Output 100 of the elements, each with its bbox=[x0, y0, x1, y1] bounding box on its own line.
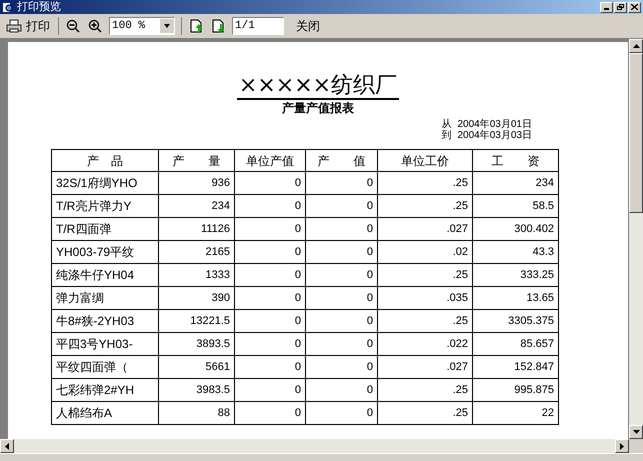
scroll-right-icon bbox=[620, 442, 624, 450]
table-cell: .035 bbox=[378, 286, 472, 310]
restore-icon bbox=[617, 4, 624, 10]
column-header: 工 资 bbox=[472, 150, 558, 172]
previous-page-button[interactable] bbox=[188, 18, 204, 34]
table-cell: 22 bbox=[472, 402, 558, 424]
table-cell: .25 bbox=[378, 194, 472, 218]
table-cell: 0 bbox=[306, 356, 378, 378]
scroll-up-icon bbox=[632, 44, 640, 48]
table-cell: 1333 bbox=[158, 264, 234, 286]
table-cell: 0 bbox=[306, 218, 378, 240]
date-to-label: 到 bbox=[442, 130, 452, 141]
horizontal-scrollbar[interactable] bbox=[0, 439, 629, 453]
table-cell: 13.65 bbox=[472, 286, 558, 310]
table-cell: 0 bbox=[234, 378, 306, 402]
table-cell: .25 bbox=[378, 378, 472, 402]
table-cell: 88 bbox=[158, 402, 234, 424]
table-cell: .027 bbox=[378, 218, 472, 240]
table-cell: 390 bbox=[158, 286, 234, 310]
table-cell: .25 bbox=[378, 172, 472, 194]
table-cell: .25 bbox=[378, 402, 472, 424]
table-cell: 平纹四面弹（ bbox=[52, 356, 158, 378]
minimize-button[interactable] bbox=[600, 2, 613, 12]
table-cell: 0 bbox=[234, 356, 306, 378]
table-cell: 11126 bbox=[158, 218, 234, 240]
table-cell: 43.3 bbox=[472, 240, 558, 264]
table-cell: T/R四面弹 bbox=[52, 218, 158, 240]
printer-icon bbox=[6, 19, 22, 33]
report-subtitle: 产量产值报表 bbox=[282, 101, 354, 115]
scroll-thumb[interactable] bbox=[629, 53, 643, 213]
table-cell: 0 bbox=[234, 402, 306, 424]
table-cell: 0 bbox=[306, 286, 378, 310]
date-to: 2004年03月03日 bbox=[458, 130, 532, 141]
table-cell: 0 bbox=[306, 264, 378, 286]
app-icon bbox=[2, 2, 13, 12]
table-cell: 2165 bbox=[158, 240, 234, 264]
table-cell: 234 bbox=[472, 172, 558, 194]
table-cell: 152.847 bbox=[472, 356, 558, 378]
zoom-out-button[interactable] bbox=[65, 18, 81, 34]
table-cell: 0 bbox=[234, 332, 306, 356]
table-cell: 13221.5 bbox=[158, 310, 234, 332]
window-title: 打印预览 bbox=[17, 2, 61, 12]
minimize-icon bbox=[604, 8, 609, 10]
zoom-dropdown[interactable]: 100 % bbox=[109, 17, 175, 35]
table-cell: 3893.5 bbox=[158, 332, 234, 356]
table-cell: 0 bbox=[306, 378, 378, 402]
column-header: 单位产值 bbox=[234, 150, 306, 172]
column-header: 单位工价 bbox=[378, 150, 472, 172]
vertical-scrollbar[interactable] bbox=[629, 39, 643, 453]
table-cell: 995.875 bbox=[472, 378, 558, 402]
table-cell: 3305.375 bbox=[472, 310, 558, 332]
zoom-in-button[interactable] bbox=[87, 18, 103, 34]
table-cell: 0 bbox=[306, 310, 378, 332]
next-page-button[interactable] bbox=[210, 18, 226, 34]
table-cell: 300.402 bbox=[472, 218, 558, 240]
date-from-label: 从 bbox=[442, 119, 452, 130]
column-header: 产 品 bbox=[52, 150, 158, 172]
table-cell: 936 bbox=[158, 172, 234, 194]
report-title: ×××××纺织厂 bbox=[236, 74, 400, 100]
table-cell: 0 bbox=[234, 240, 306, 264]
table-cell: 0 bbox=[234, 218, 306, 240]
table-cell: 3983.5 bbox=[158, 378, 234, 402]
scroll-down-icon bbox=[632, 430, 640, 434]
scrollbar-corner bbox=[629, 439, 643, 453]
close-preview-button[interactable]: 关闭 bbox=[290, 17, 326, 35]
table-cell: 0 bbox=[306, 240, 378, 264]
table-cell: 85.657 bbox=[472, 332, 558, 356]
table-cell: 人棉绉布A bbox=[52, 402, 158, 424]
table-cell: 弹力富绸 bbox=[52, 286, 158, 310]
table-cell: 0 bbox=[234, 310, 306, 332]
table-cell: T/R亮片弹力Y bbox=[52, 194, 158, 218]
table-cell: 平四3号YH03- bbox=[52, 332, 158, 356]
date-from: 2004年03月01日 bbox=[458, 119, 532, 130]
page-down-arrow-icon bbox=[210, 18, 226, 34]
zoom-in-icon bbox=[88, 19, 102, 33]
table-cell: 58.5 bbox=[472, 194, 558, 218]
page-up-arrow-icon bbox=[188, 18, 204, 34]
table-cell: 5661 bbox=[158, 356, 234, 378]
table-cell: .022 bbox=[378, 332, 472, 356]
table-cell: YH003-79平纹 bbox=[52, 240, 158, 264]
table-cell: 333.25 bbox=[472, 264, 558, 286]
table-cell: 0 bbox=[306, 332, 378, 356]
table-cell: 七彩纬弹2#YH bbox=[52, 378, 158, 402]
table-cell: 0 bbox=[234, 172, 306, 194]
close-button[interactable] bbox=[628, 2, 641, 12]
page-number-field[interactable]: 1/1 bbox=[232, 17, 284, 35]
restore-button[interactable] bbox=[614, 2, 627, 12]
table-cell: .027 bbox=[378, 356, 472, 378]
table-cell: 0 bbox=[234, 194, 306, 218]
column-header: 产 量 bbox=[158, 150, 234, 172]
column-header: 产 值 bbox=[306, 150, 378, 172]
scroll-left-icon bbox=[5, 442, 9, 450]
print-button[interactable]: 打印 bbox=[4, 17, 52, 35]
table-cell: 234 bbox=[158, 194, 234, 218]
table-cell: 32S/1府绸YHO bbox=[52, 172, 158, 194]
table-cell: 0 bbox=[306, 194, 378, 218]
zoom-out-icon bbox=[66, 19, 80, 33]
table-cell: .02 bbox=[378, 240, 472, 264]
table-cell: 0 bbox=[234, 286, 306, 310]
table-cell: 0 bbox=[234, 264, 306, 286]
